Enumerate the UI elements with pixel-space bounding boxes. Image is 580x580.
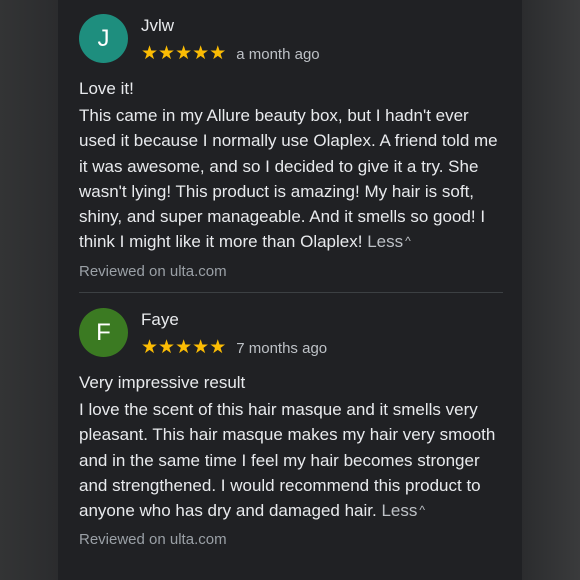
review-time: a month ago xyxy=(236,45,320,63)
star-rating: ★ ★ ★ ★ ★ xyxy=(141,338,226,358)
review-source: Reviewed on ulta.com xyxy=(79,531,227,549)
star-icon: ★ xyxy=(158,43,176,64)
reviewer-name[interactable]: Jvlw xyxy=(141,16,174,36)
avatar[interactable]: F xyxy=(79,308,128,357)
review-card: J Jvlw ★ ★ ★ ★ ★ a month ago Love it! Th… xyxy=(79,14,503,280)
less-link[interactable]: Less ^ xyxy=(381,501,425,520)
review-title: Love it! xyxy=(79,79,134,98)
star-icon: ★ xyxy=(209,337,227,358)
review-body: I love the scent of this hair masque and… xyxy=(79,397,503,523)
review-title: Very impressive result xyxy=(79,373,246,392)
star-icon: ★ xyxy=(175,43,193,64)
less-label: Less xyxy=(381,501,418,521)
review-text: I love the scent of this hair masque and… xyxy=(79,400,496,521)
review-card: F Faye ★ ★ ★ ★ ★ 7 months ago Very impre… xyxy=(79,308,503,548)
star-icon: ★ xyxy=(209,43,227,64)
review-header: J Jvlw ★ ★ ★ ★ ★ a month ago xyxy=(79,14,503,72)
star-rating: ★ ★ ★ ★ ★ xyxy=(141,44,226,64)
review-meta: ★ ★ ★ ★ ★ a month ago xyxy=(141,44,320,64)
star-icon: ★ xyxy=(141,43,159,64)
star-icon: ★ xyxy=(192,337,210,358)
chevron-up-icon: ^ xyxy=(405,234,411,249)
chevron-up-icon: ^ xyxy=(419,503,426,518)
review-text: This came in my Allure beauty box, but I… xyxy=(79,106,498,252)
avatar[interactable]: J xyxy=(79,14,128,63)
review-meta: ★ ★ ★ ★ ★ 7 months ago xyxy=(141,338,327,358)
reviews-panel: J Jvlw ★ ★ ★ ★ ★ a month ago Love it! Th… xyxy=(58,0,522,580)
less-link[interactable]: Less ^ xyxy=(367,232,411,251)
review-header: F Faye ★ ★ ★ ★ ★ 7 months ago xyxy=(79,308,503,366)
star-icon: ★ xyxy=(158,337,176,358)
review-source: Reviewed on ulta.com xyxy=(79,262,227,280)
review-time: 7 months ago xyxy=(236,339,328,357)
divider xyxy=(79,292,503,293)
star-icon: ★ xyxy=(141,337,159,358)
star-icon: ★ xyxy=(192,43,210,64)
right-background xyxy=(522,0,580,580)
reviewer-name[interactable]: Faye xyxy=(141,310,179,330)
less-label: Less xyxy=(367,232,404,252)
left-background xyxy=(0,0,58,580)
star-icon: ★ xyxy=(175,337,193,358)
review-body: This came in my Allure beauty box, but I… xyxy=(79,103,503,255)
